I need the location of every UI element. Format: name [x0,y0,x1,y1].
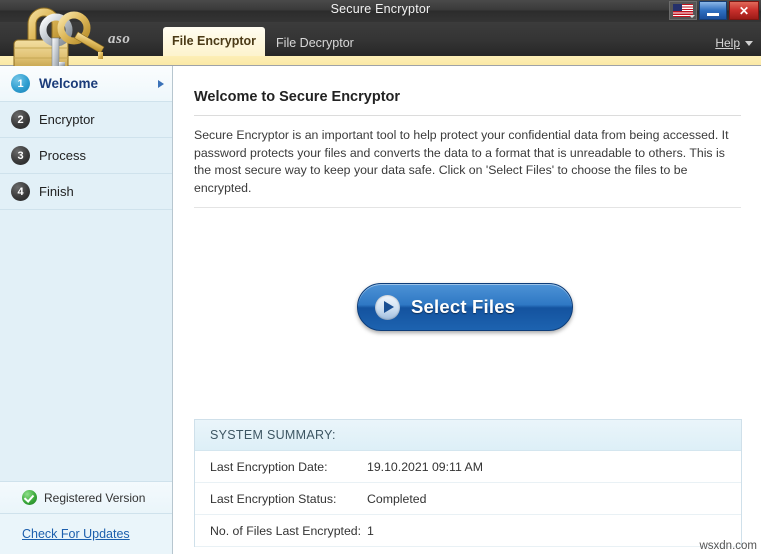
tab-file-decryptor[interactable]: File Decryptor [267,30,363,56]
window-title: Secure Encryptor [0,2,761,16]
accent-strip [0,56,761,66]
sidebar-item-label: Encryptor [39,112,95,127]
tab-file-encryptor[interactable]: File Encryptor [163,27,265,56]
step-number-badge: 1 [11,74,30,93]
tab-list: File Encryptor File Decryptor [163,28,363,56]
sidebar-item-label: Process [39,148,86,163]
chevron-right-icon [158,80,164,88]
close-button[interactable]: ✕ [729,1,759,20]
summary-key: Last Encryption Date: [195,460,367,474]
select-files-button[interactable]: Select Files [357,283,573,331]
brand-logo-text: aso [108,31,130,48]
title-bar: Secure Encryptor ✕ [0,0,761,22]
window-controls: ✕ [669,1,759,20]
wizard-sidebar: 1 Welcome 2 Encryptor 3 Process 4 Finish… [0,66,173,554]
registration-label: Registered Version [44,491,145,505]
main-content: Welcome to Secure Encryptor Secure Encry… [174,66,761,554]
sidebar-item-encryptor[interactable]: 2 Encryptor [0,102,172,138]
table-row: Last Encryption Date: 19.10.2021 09:11 A… [195,451,741,483]
check-updates-link[interactable]: Check For Updates [22,527,130,541]
sidebar-item-label: Welcome [39,76,98,91]
sidebar-item-welcome[interactable]: 1 Welcome [0,66,172,102]
sidebar-item-label: Finish [39,184,74,199]
summary-key: Last Encryption Status: [195,492,367,506]
sidebar-item-process[interactable]: 3 Process [0,138,172,174]
summary-key: No. of Files Last Encrypted: [195,524,367,538]
sidebar-footer: Registered Version Check For Updates [0,481,172,554]
step-number-badge: 4 [11,182,30,201]
system-summary-panel: SYSTEM SUMMARY: Last Encryption Date: 19… [194,419,742,547]
application-window: Secure Encryptor ✕ aso File Encryptor Fi… [0,0,761,554]
watermark: wsxdn.com [699,540,757,552]
tab-bar: aso File Encryptor File Decryptor Help [0,22,761,56]
check-updates-row[interactable]: Check For Updates [0,514,172,554]
minimize-button[interactable] [699,1,727,20]
step-number-badge: 2 [11,110,30,129]
step-number-badge: 3 [11,146,30,165]
table-row: No. of Files Last Encrypted: 1 [195,515,741,547]
title-divider [194,115,741,116]
chevron-down-icon [745,41,753,46]
language-flag-button[interactable] [669,1,697,20]
registration-status: Registered Version [0,481,172,514]
select-files-label: Select Files [411,296,515,318]
page-description: Secure Encryptor is an important tool to… [194,127,741,197]
table-row: Last Encryption Status: Completed [195,483,741,515]
summary-value: Completed [367,492,426,506]
check-circle-icon [22,490,37,505]
page-title: Welcome to Secure Encryptor [194,89,400,105]
sidebar-item-finish[interactable]: 4 Finish [0,174,172,210]
chevron-down-icon [689,15,695,18]
description-divider [194,207,741,208]
system-summary-heading: SYSTEM SUMMARY: [195,420,741,451]
help-menu[interactable]: Help [715,36,753,50]
play-circle-icon [375,295,400,320]
help-label: Help [715,36,740,50]
summary-value: 1 [367,524,374,538]
summary-value: 19.10.2021 09:11 AM [367,460,483,474]
